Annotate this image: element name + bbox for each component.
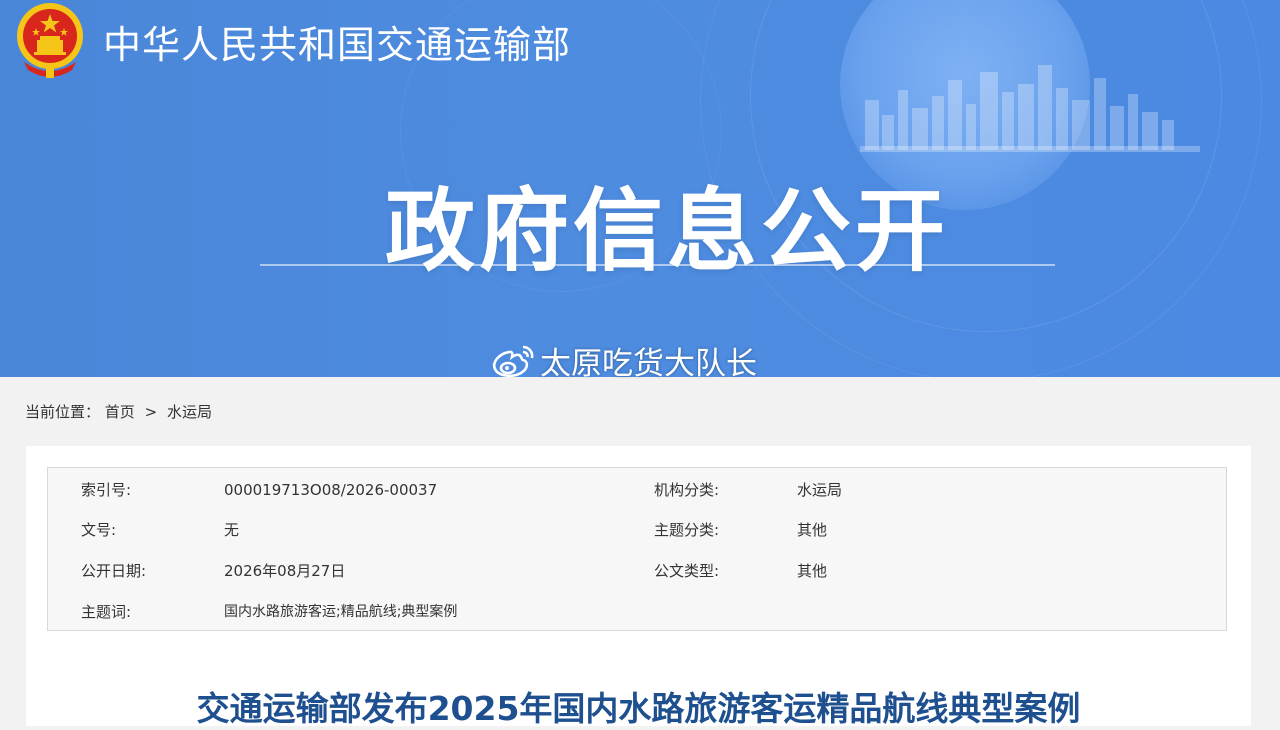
meta-value: 000019713O08/2026-00037 bbox=[224, 481, 438, 499]
meta-label: 索引号: bbox=[81, 481, 132, 499]
city-skyline-graphic bbox=[860, 65, 1200, 152]
national-emblem-icon bbox=[17, 3, 83, 78]
meta-label: 机构分类: bbox=[654, 481, 720, 499]
content-card: 索引号: 000019713O08/2026-00037 机构分类: 水运局 文… bbox=[26, 446, 1251, 728]
document-metadata-box: 索引号: 000019713O08/2026-00037 机构分类: 水运局 文… bbox=[47, 467, 1227, 631]
weibo-watermark: 太原吃货大队长 bbox=[490, 340, 757, 382]
page-title: 政府信息公开 bbox=[385, 179, 949, 284]
meta-label: 主题分类: bbox=[654, 521, 720, 539]
meta-label: 公文类型: bbox=[654, 562, 720, 580]
meta-label: 文号: bbox=[81, 521, 117, 539]
meta-value: 2026年08月27日 bbox=[224, 562, 346, 580]
breadcrumb-separator: > bbox=[144, 403, 158, 421]
watermark-text: 太原吃货大队长 bbox=[540, 345, 757, 382]
meta-row: 索引号: 000019713O08/2026-00037 机构分类: 水运局 bbox=[48, 475, 1226, 505]
article-title: 交通运输部发布2025年国内水路旅游客运精品航线典型案例 bbox=[196, 689, 1081, 728]
meta-row: 公开日期: 2026年08月27日 公文类型: 其他 bbox=[48, 556, 1226, 586]
weibo-icon bbox=[492, 345, 534, 378]
ministry-name: 中华人民共和国交通运输部 bbox=[103, 23, 572, 67]
meta-value: 其他 bbox=[797, 521, 828, 539]
breadcrumb-home-link[interactable]: 首页 bbox=[105, 403, 135, 421]
meta-row: 文号: 无 主题分类: 其他 bbox=[48, 515, 1226, 545]
meta-value: 无 bbox=[224, 521, 240, 539]
breadcrumb-section-link[interactable]: 水运局 bbox=[167, 403, 212, 421]
meta-value: 国内水路旅游客运;精品航线;典型案例 bbox=[224, 604, 458, 620]
breadcrumb: 当前位置： 首页 > 水运局 bbox=[25, 401, 212, 422]
title-divider bbox=[260, 264, 1055, 266]
meta-value: 其他 bbox=[797, 562, 828, 580]
header-banner: 中华人民共和国交通运输部 政府信息公开 bbox=[0, 0, 1280, 377]
meta-label: 公开日期: bbox=[81, 562, 147, 580]
meta-value: 水运局 bbox=[797, 481, 843, 499]
breadcrumb-prefix: 当前位置： bbox=[25, 403, 101, 421]
meta-label: 主题词: bbox=[81, 603, 132, 621]
meta-row: 主题词: 国内水路旅游客运;精品航线;典型案例 bbox=[48, 597, 1226, 627]
